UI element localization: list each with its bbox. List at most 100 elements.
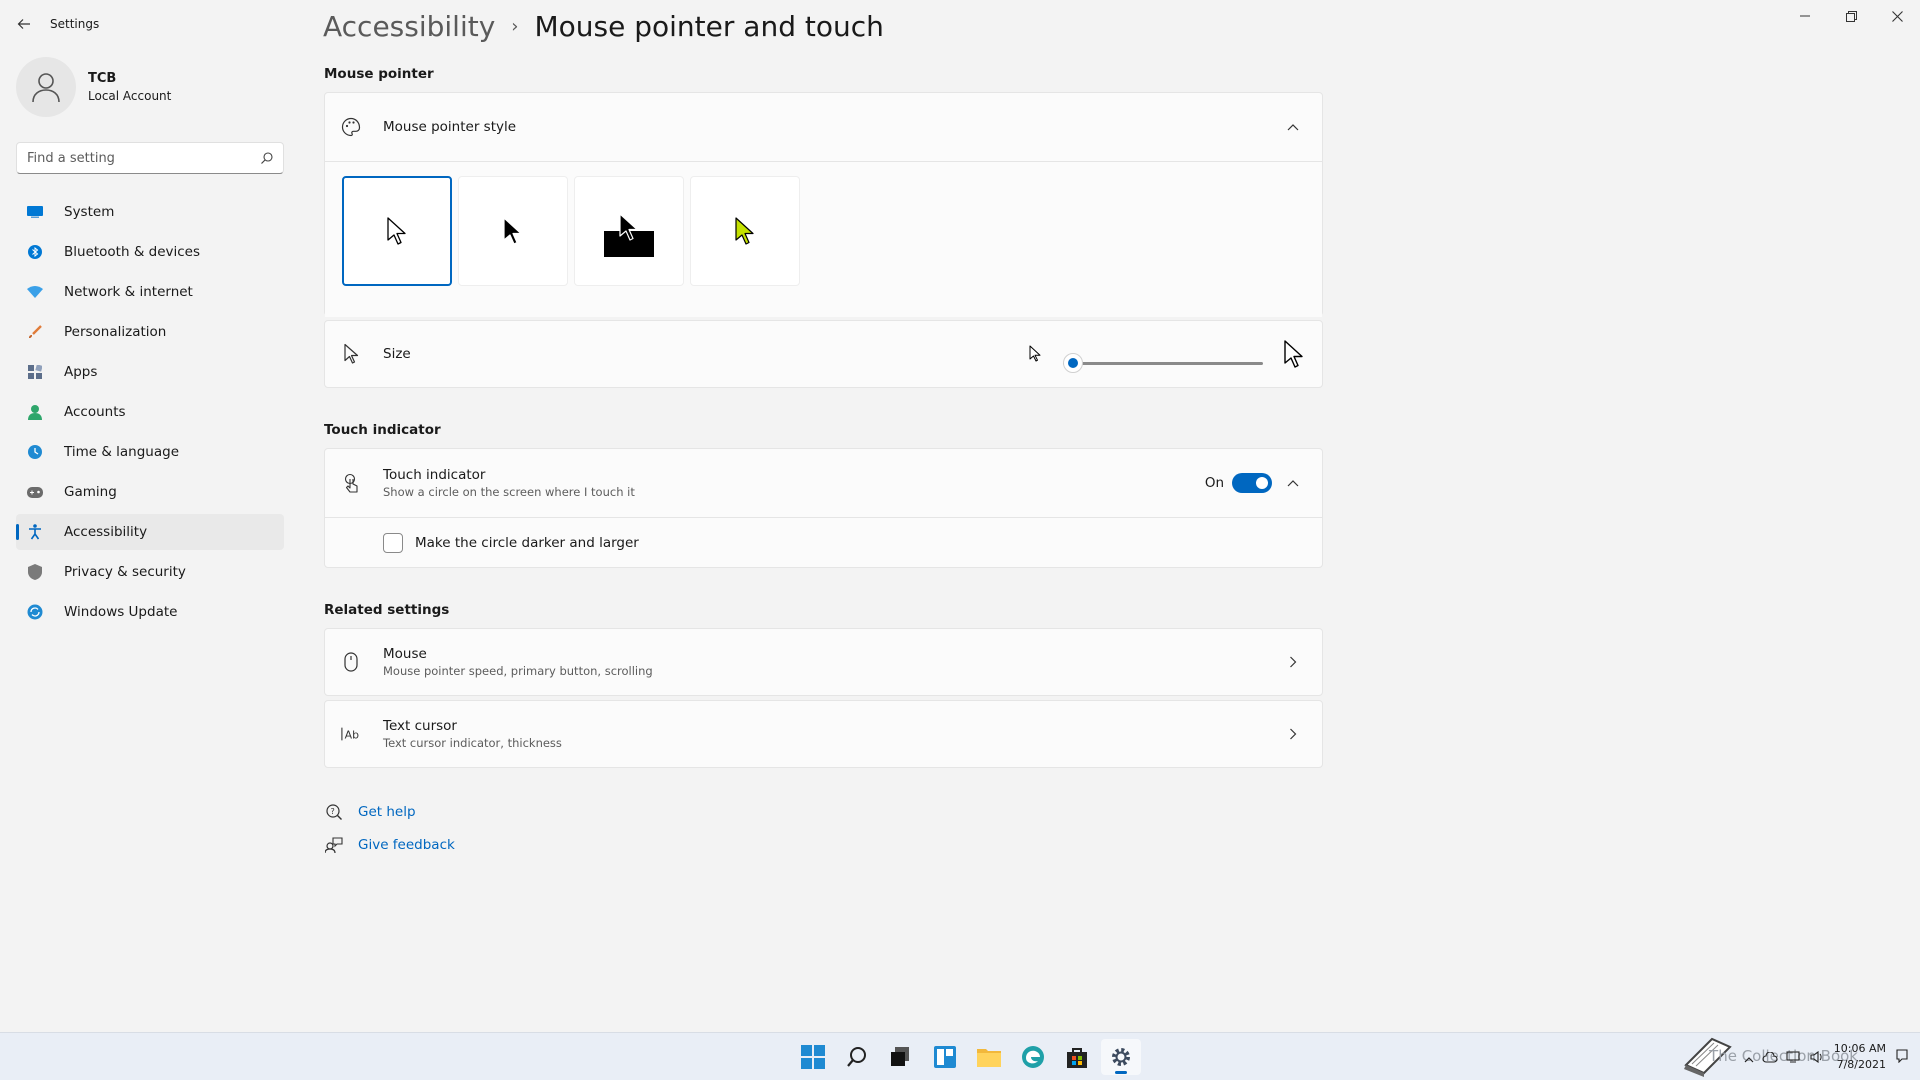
sidebar-item-label: Privacy & security [64, 564, 186, 580]
related-text-cursor-row[interactable]: Ab Text cursor Text cursor indicator, th… [325, 701, 1322, 767]
search-box[interactable] [16, 142, 284, 174]
related-text-cursor-card[interactable]: Ab Text cursor Text cursor indicator, th… [324, 700, 1323, 768]
give-feedback-label[interactable]: Give feedback [358, 837, 455, 853]
mouse-pointer-style-label: Mouse pointer style [383, 119, 517, 135]
related-mouse-title: Mouse [383, 646, 427, 662]
cursor-custom-icon [735, 217, 754, 245]
minimize-button[interactable] [1782, 0, 1828, 32]
sidebar-item-network[interactable]: Network & internet [16, 274, 284, 310]
chevron-up-icon[interactable] [1286, 476, 1300, 490]
pointer-size-card: Size [324, 320, 1323, 388]
globe-icon [26, 443, 44, 461]
windows-logo-icon [801, 1045, 825, 1069]
sidebar-item-label: Apps [64, 364, 98, 380]
related-mouse-row[interactable]: Mouse Mouse pointer speed, primary butto… [325, 629, 1322, 695]
notifications-icon[interactable] [1896, 1048, 1908, 1067]
related-mouse-card[interactable]: Mouse Mouse pointer speed, primary butto… [324, 628, 1323, 696]
store-bag-icon [1067, 1048, 1087, 1068]
title-bar: Settings [0, 0, 1920, 48]
apps-icon [26, 363, 44, 381]
cloud-icon[interactable] [1762, 1048, 1778, 1067]
toggle-state-label: On [1204, 475, 1224, 491]
volume-icon[interactable] [1810, 1048, 1824, 1067]
pointer-style-inverted[interactable] [574, 176, 684, 286]
palette-icon [341, 117, 361, 137]
pointer-size-slider[interactable] [1063, 353, 1263, 373]
search-icon [261, 152, 273, 164]
person-icon [32, 73, 60, 103]
back-arrow-icon [17, 19, 30, 29]
chevron-up-icon[interactable] [1744, 1048, 1754, 1067]
darker-circle-row[interactable]: Make the circle darker and larger [325, 518, 1322, 568]
size-label: Size [383, 346, 411, 362]
mouse-pointer-style-card: Mouse pointer style [324, 92, 1323, 317]
sidebar-item-personalization[interactable]: Personalization [16, 314, 284, 350]
touch-indicator-card: Touch indicator Show a circle on the scr… [324, 448, 1323, 568]
chevron-up-icon[interactable] [1286, 120, 1300, 134]
shield-icon [26, 563, 44, 581]
avatar [16, 57, 76, 117]
pointer-style-options [325, 162, 1322, 317]
slider-thumb[interactable] [1063, 353, 1083, 373]
accessibility-icon [26, 523, 44, 541]
slider-track [1063, 362, 1263, 365]
widgets-button[interactable] [925, 1039, 965, 1075]
search-input[interactable] [27, 150, 261, 166]
task-view-icon [891, 1047, 909, 1066]
get-help-label[interactable]: Get help [358, 804, 416, 820]
touch-indicator-title: Touch indicator [383, 467, 486, 483]
store-button[interactable] [1057, 1039, 1097, 1075]
sidebar-nav: System Bluetooth & devices Network & int… [16, 194, 284, 634]
wifi-icon [26, 283, 44, 301]
give-feedback-link[interactable]: Give feedback [324, 835, 455, 855]
search-icon [847, 1047, 866, 1067]
feedback-icon [324, 835, 344, 855]
pointer-style-black[interactable] [458, 176, 568, 286]
edge-icon [1022, 1046, 1044, 1068]
gear-icon [1112, 1048, 1130, 1066]
get-help-link[interactable]: ? Get help [324, 802, 416, 822]
sidebar-item-label: System [64, 204, 115, 220]
sidebar-item-apps[interactable]: Apps [16, 354, 284, 390]
sidebar-item-privacy[interactable]: Privacy & security [16, 554, 284, 590]
sidebar-item-label: Windows Update [64, 604, 178, 620]
brush-icon [26, 323, 44, 341]
sidebar-item-windows-update[interactable]: Windows Update [16, 594, 284, 630]
close-button[interactable] [1874, 0, 1920, 32]
start-button[interactable] [793, 1039, 833, 1075]
system-tray: 10:06 AM 7/8/2021 [1744, 1033, 1908, 1080]
restore-button[interactable] [1828, 0, 1874, 32]
sidebar-item-system[interactable]: System [16, 194, 284, 230]
sidebar-item-bluetooth[interactable]: Bluetooth & devices [16, 234, 284, 270]
task-view-button[interactable] [881, 1039, 921, 1075]
edge-browser-button[interactable] [1013, 1039, 1053, 1075]
restore-icon [1845, 10, 1857, 22]
darker-circle-checkbox[interactable] [383, 533, 403, 553]
section-title-mouse-pointer: Mouse pointer [324, 66, 434, 82]
mouse-pointer-style-header[interactable]: Mouse pointer style [325, 93, 1322, 161]
pointer-style-custom[interactable] [690, 176, 800, 286]
user-profile[interactable]: TCB Local Account [16, 57, 171, 117]
mouse-icon [341, 652, 361, 672]
clock[interactable]: 10:06 AM 7/8/2021 [1834, 1041, 1886, 1073]
breadcrumb: Accessibility › Mouse pointer and touch [323, 10, 884, 43]
sidebar-item-accounts[interactable]: Accounts [16, 394, 284, 430]
back-button[interactable] [10, 10, 38, 38]
network-icon[interactable] [1786, 1048, 1802, 1067]
touch-indicator-toggle[interactable] [1232, 473, 1272, 493]
related-text-cursor-subtitle: Text cursor indicator, thickness [383, 736, 562, 750]
sidebar-item-time-language[interactable]: Time & language [16, 434, 284, 470]
taskbar-search-button[interactable] [837, 1039, 877, 1075]
sidebar-item-accessibility[interactable]: Accessibility [16, 514, 284, 550]
sidebar-item-gaming[interactable]: Gaming [16, 474, 284, 510]
breadcrumb-parent-link[interactable]: Accessibility [323, 10, 495, 43]
sidebar-item-label: Personalization [64, 324, 167, 340]
touch-indicator-row[interactable]: Touch indicator Show a circle on the scr… [325, 449, 1322, 517]
pointer-style-white[interactable] [342, 176, 452, 286]
related-mouse-subtitle: Mouse pointer speed, primary button, scr… [383, 664, 653, 678]
file-explorer-button[interactable] [969, 1039, 1009, 1075]
svg-text:?: ? [331, 807, 335, 816]
settings-button[interactable] [1101, 1039, 1141, 1075]
page-title: Mouse pointer and touch [534, 10, 884, 43]
chevron-right-icon [1286, 727, 1300, 741]
